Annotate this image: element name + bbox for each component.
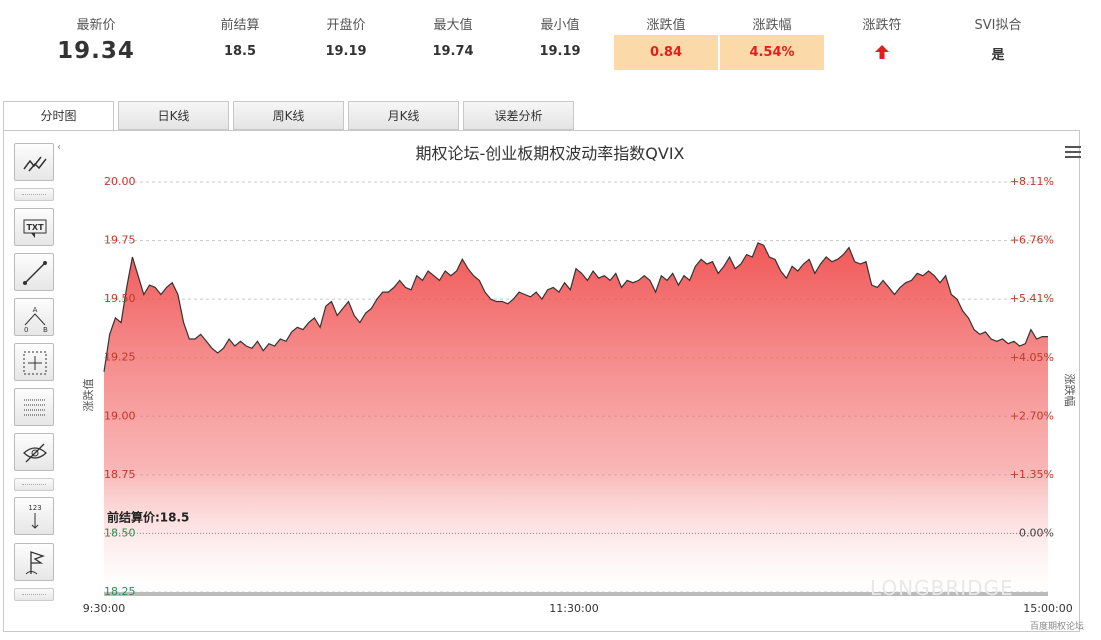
y-tick-label: 18.75 — [104, 468, 136, 481]
y-tick-label: 19.50 — [104, 292, 136, 305]
right-tick-label: +1.35% — [1010, 468, 1054, 481]
right-tick-label: +5.41% — [1010, 292, 1054, 305]
y-tick-label: 19.00 — [104, 409, 136, 422]
right-tick-label: +8.11% — [1010, 175, 1054, 188]
right-tick-label: 0.00% — [1019, 526, 1054, 539]
y-tick-label: 19.75 — [104, 234, 136, 247]
right-tick-label: +2.70% — [1010, 409, 1054, 422]
watermark-source: 百度期权论坛 — [1030, 622, 1085, 632]
reference-label: 前结算价:18.5 — [107, 509, 189, 524]
watermark-brand: LONGBRIDGE — [870, 576, 1014, 600]
x-tick-label: 11:30:00 — [549, 602, 598, 615]
y-tick-label: 18.50 — [104, 526, 136, 539]
y-axis-label-right: 涨跌幅 — [1063, 374, 1077, 407]
chart-canvas: 20.00 19.75 19.50 19.25 19.00 18.75 18.50 18.25… — [81, 175, 1077, 615]
series-area — [104, 242, 1048, 592]
y-tick-label: 18.25 — [104, 585, 136, 598]
y-tick-label: 20.00 — [104, 175, 136, 188]
y-tick-label: 19.25 — [104, 351, 136, 364]
right-tick-label: +6.76% — [1010, 233, 1054, 246]
right-tick-label: +4.05% — [1010, 351, 1054, 364]
x-tick-label: 15:00:00 — [1023, 602, 1072, 615]
x-tick-label: 9:30:00 — [83, 602, 125, 615]
y-axis-label: 涨跌值 — [81, 379, 95, 412]
